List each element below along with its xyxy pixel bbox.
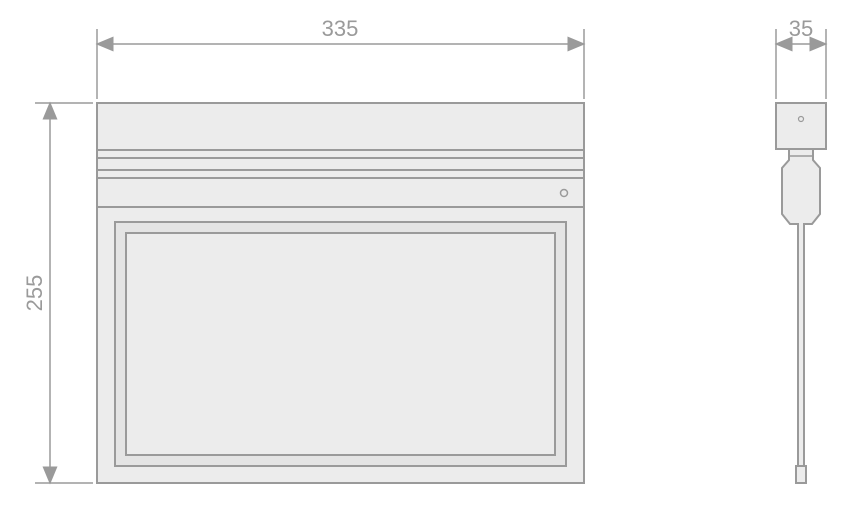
dim-height-value: 255 (22, 275, 47, 312)
dim-depth-value: 35 (789, 16, 813, 41)
technical-drawing: 335 35 255 (0, 0, 855, 530)
dimension-width: 335 (97, 16, 584, 99)
front-panel-inner (126, 233, 555, 455)
side-housing-cap (776, 103, 826, 149)
dimension-height: 255 (22, 103, 93, 483)
side-profile (782, 149, 820, 466)
side-panel-endcap (796, 466, 806, 483)
side-view (776, 103, 826, 483)
dim-width-value: 335 (322, 16, 359, 41)
front-view (97, 103, 584, 483)
front-housing (97, 103, 584, 207)
dimension-depth: 35 (776, 16, 826, 99)
